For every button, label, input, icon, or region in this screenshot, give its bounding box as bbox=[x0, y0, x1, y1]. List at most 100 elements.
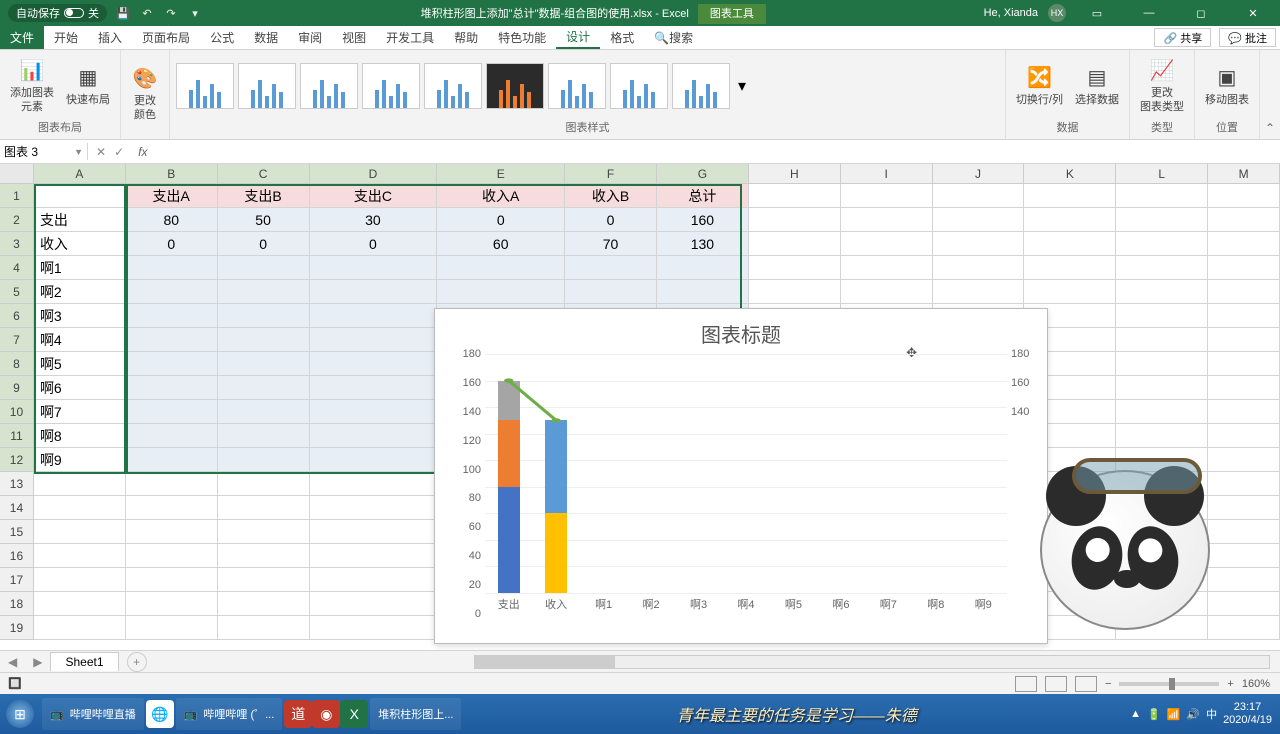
column-header[interactable]: C bbox=[218, 164, 310, 183]
row-header[interactable]: 10 bbox=[0, 400, 34, 424]
cell[interactable] bbox=[310, 400, 438, 424]
zoom-level[interactable]: 160% bbox=[1242, 678, 1270, 690]
cell[interactable] bbox=[1208, 448, 1280, 472]
page-layout-view-button[interactable] bbox=[1045, 676, 1067, 692]
cell[interactable] bbox=[126, 448, 218, 472]
change-chart-type-button[interactable]: 📈更改 图表类型 bbox=[1136, 55, 1188, 115]
cell[interactable]: 70 bbox=[565, 232, 657, 256]
cell[interactable] bbox=[657, 280, 749, 304]
cell[interactable] bbox=[126, 520, 218, 544]
column-header[interactable]: G bbox=[657, 164, 749, 183]
cell[interactable] bbox=[1024, 280, 1116, 304]
chrome-icon[interactable]: 🌐 bbox=[146, 700, 174, 728]
sheet-nav-next[interactable]: ▶ bbox=[25, 655, 50, 669]
cell[interactable] bbox=[1116, 256, 1208, 280]
cell[interactable] bbox=[310, 544, 438, 568]
cell[interactable] bbox=[1208, 376, 1280, 400]
cell[interactable] bbox=[126, 424, 218, 448]
cell[interactable] bbox=[218, 328, 310, 352]
cell[interactable] bbox=[1208, 256, 1280, 280]
cell[interactable] bbox=[126, 304, 218, 328]
horizontal-scrollbar[interactable] bbox=[474, 655, 1270, 669]
add-chart-element-button[interactable]: 📊添加图表 元素 bbox=[6, 55, 58, 115]
select-all-corner[interactable] bbox=[0, 164, 34, 183]
tab-design[interactable]: 设计 bbox=[556, 26, 600, 49]
add-sheet-button[interactable]: + bbox=[127, 652, 147, 672]
page-break-view-button[interactable] bbox=[1075, 676, 1097, 692]
ribbon-options-icon[interactable]: ▭ bbox=[1076, 0, 1118, 26]
cell[interactable] bbox=[1116, 352, 1208, 376]
cell[interactable] bbox=[749, 232, 841, 256]
cell[interactable] bbox=[126, 616, 218, 640]
cell[interactable] bbox=[1208, 472, 1280, 496]
cell[interactable] bbox=[1116, 520, 1208, 544]
cell[interactable] bbox=[310, 496, 438, 520]
minimize-button[interactable]: — bbox=[1128, 0, 1170, 26]
cell[interactable]: 啊7 bbox=[34, 400, 126, 424]
redo-icon[interactable]: ↷ bbox=[163, 5, 179, 21]
system-tray[interactable]: ▲🔋📶🔊中 23:172020/4/19 bbox=[1130, 701, 1280, 727]
chart-style-thumb[interactable] bbox=[238, 63, 296, 109]
cell[interactable]: 0 bbox=[565, 208, 657, 232]
cell[interactable] bbox=[1116, 472, 1208, 496]
cell[interactable] bbox=[126, 376, 218, 400]
cell[interactable] bbox=[1116, 232, 1208, 256]
cancel-formula-icon[interactable]: ✕ bbox=[96, 145, 106, 159]
cell[interactable] bbox=[34, 496, 126, 520]
chart-style-thumb[interactable] bbox=[610, 63, 668, 109]
cell[interactable] bbox=[218, 448, 310, 472]
cell[interactable] bbox=[437, 256, 565, 280]
cell[interactable] bbox=[34, 568, 126, 592]
cell[interactable]: 啊6 bbox=[34, 376, 126, 400]
cell[interactable] bbox=[218, 616, 310, 640]
cell[interactable]: 收入 bbox=[34, 232, 126, 256]
cell[interactable] bbox=[218, 256, 310, 280]
chart-style-thumb[interactable] bbox=[300, 63, 358, 109]
chart-style-thumb[interactable] bbox=[672, 63, 730, 109]
cell[interactable] bbox=[310, 304, 438, 328]
row-header[interactable]: 13 bbox=[0, 472, 34, 496]
chart-style-gallery[interactable]: ▾ bbox=[176, 52, 999, 119]
cell[interactable] bbox=[310, 520, 438, 544]
cell[interactable] bbox=[126, 352, 218, 376]
column-header[interactable]: F bbox=[565, 164, 657, 183]
user-name[interactable]: He, Xianda bbox=[984, 7, 1038, 19]
tab-format[interactable]: 格式 bbox=[600, 26, 644, 49]
change-colors-button[interactable]: 🎨更改 颜色 bbox=[127, 63, 163, 123]
row-header[interactable]: 2 bbox=[0, 208, 34, 232]
column-header[interactable]: I bbox=[841, 164, 933, 183]
cell[interactable] bbox=[34, 472, 126, 496]
taskbar-item-active[interactable]: 堆积柱形图上... bbox=[370, 698, 461, 730]
cell[interactable]: 30 bbox=[310, 208, 438, 232]
cell[interactable] bbox=[1208, 352, 1280, 376]
cell[interactable] bbox=[310, 592, 438, 616]
column-header[interactable]: B bbox=[126, 164, 218, 183]
cell[interactable] bbox=[310, 448, 438, 472]
cell[interactable]: 支出B bbox=[218, 184, 310, 208]
row-header[interactable]: 1 bbox=[0, 184, 34, 208]
cell[interactable] bbox=[1116, 448, 1208, 472]
cell[interactable] bbox=[126, 400, 218, 424]
cell[interactable] bbox=[34, 520, 126, 544]
row-header[interactable]: 11 bbox=[0, 424, 34, 448]
cell[interactable]: 0 bbox=[126, 232, 218, 256]
cell[interactable] bbox=[841, 184, 933, 208]
cell[interactable]: 80 bbox=[126, 208, 218, 232]
cell[interactable] bbox=[565, 280, 657, 304]
qat-more-icon[interactable]: ▾ bbox=[187, 5, 203, 21]
cell[interactable] bbox=[310, 616, 438, 640]
cell[interactable]: 啊1 bbox=[34, 256, 126, 280]
cell[interactable] bbox=[1208, 184, 1280, 208]
worksheet-grid[interactable]: ABCDEFGHIJKLM 1支出A支出B支出C收入A收入B总计2支出80503… bbox=[0, 164, 1280, 650]
row-header[interactable]: 6 bbox=[0, 304, 34, 328]
cell[interactable] bbox=[126, 256, 218, 280]
cell[interactable] bbox=[1116, 304, 1208, 328]
cell[interactable] bbox=[126, 280, 218, 304]
cell[interactable] bbox=[1024, 232, 1116, 256]
cell[interactable] bbox=[1208, 208, 1280, 232]
cell[interactable] bbox=[1116, 568, 1208, 592]
sheet-nav-prev[interactable]: ◀ bbox=[0, 655, 25, 669]
app-icon[interactable]: 道 bbox=[284, 700, 312, 728]
start-button[interactable]: ⊞ bbox=[6, 700, 34, 728]
cell[interactable] bbox=[126, 496, 218, 520]
